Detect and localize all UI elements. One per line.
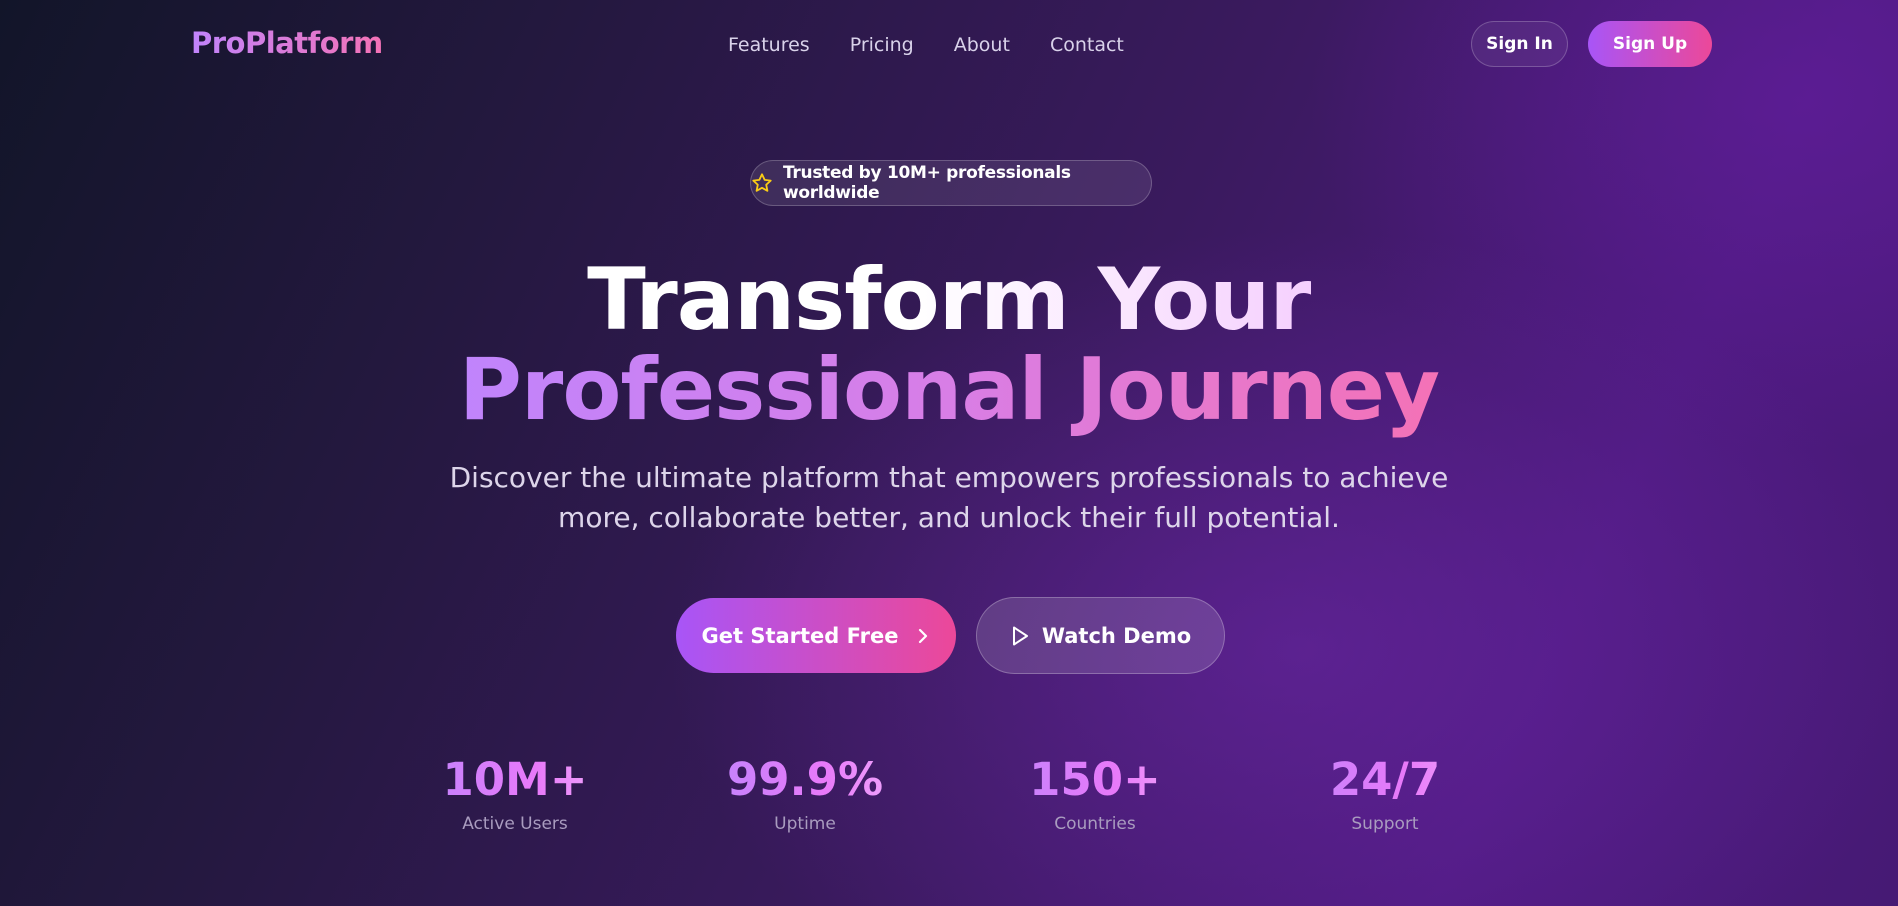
get-started-label: Get Started Free <box>701 623 899 648</box>
sign-up-button[interactable]: Sign Up <box>1588 21 1712 67</box>
nav-link-about[interactable]: About <box>954 33 1010 57</box>
stat-label: Uptime <box>774 814 836 834</box>
top-nav: ProPlatform Features Pricing About Conta… <box>0 0 1898 88</box>
watch-demo-button[interactable]: Watch Demo <box>976 597 1225 674</box>
chevron-right-icon <box>915 627 931 645</box>
headline-line-1-text: Transform Your <box>587 250 1312 350</box>
nav-link-pricing[interactable]: Pricing <box>850 33 914 57</box>
get-started-button[interactable]: Get Started Free <box>676 598 956 673</box>
stat-value: 99.9% <box>705 752 905 808</box>
stat-value: 10M+ <box>415 752 615 808</box>
stat-active-users: 10M+ Active Users <box>415 752 615 834</box>
trust-badge: Trusted by 10M+ professionals worldwide <box>750 160 1152 206</box>
hero-subtitle: Discover the ultimate platform that empo… <box>449 461 1449 534</box>
watch-demo-label: Watch Demo <box>1041 623 1192 648</box>
headline-line-1: Transform Your <box>0 250 1898 350</box>
nav-link-contact[interactable]: Contact <box>1050 33 1124 57</box>
stat-label: Countries <box>1054 814 1136 834</box>
stat-value: 150+ <box>995 752 1195 808</box>
nav-link-features[interactable]: Features <box>728 33 810 57</box>
sign-in-button[interactable]: Sign In <box>1471 21 1568 67</box>
nav-links: Features Pricing About Contact <box>728 33 1124 57</box>
stat-countries: 150+ Countries <box>995 752 1195 834</box>
star-icon <box>751 172 773 194</box>
trust-badge-text: Trusted by 10M+ professionals worldwide <box>783 163 1071 203</box>
stat-value: 24/7 <box>1285 752 1485 808</box>
stat-label: Active Users <box>462 814 568 834</box>
headline-line-2: Professional Journey <box>0 340 1898 440</box>
stat-label: Support <box>1351 814 1419 834</box>
stat-uptime: 99.9% Uptime <box>705 752 905 834</box>
stat-support: 24/7 Support <box>1285 752 1485 834</box>
headline-line-2-text: Professional Journey <box>458 340 1440 440</box>
play-icon <box>1010 625 1030 647</box>
logo[interactable]: ProPlatform <box>191 26 383 60</box>
